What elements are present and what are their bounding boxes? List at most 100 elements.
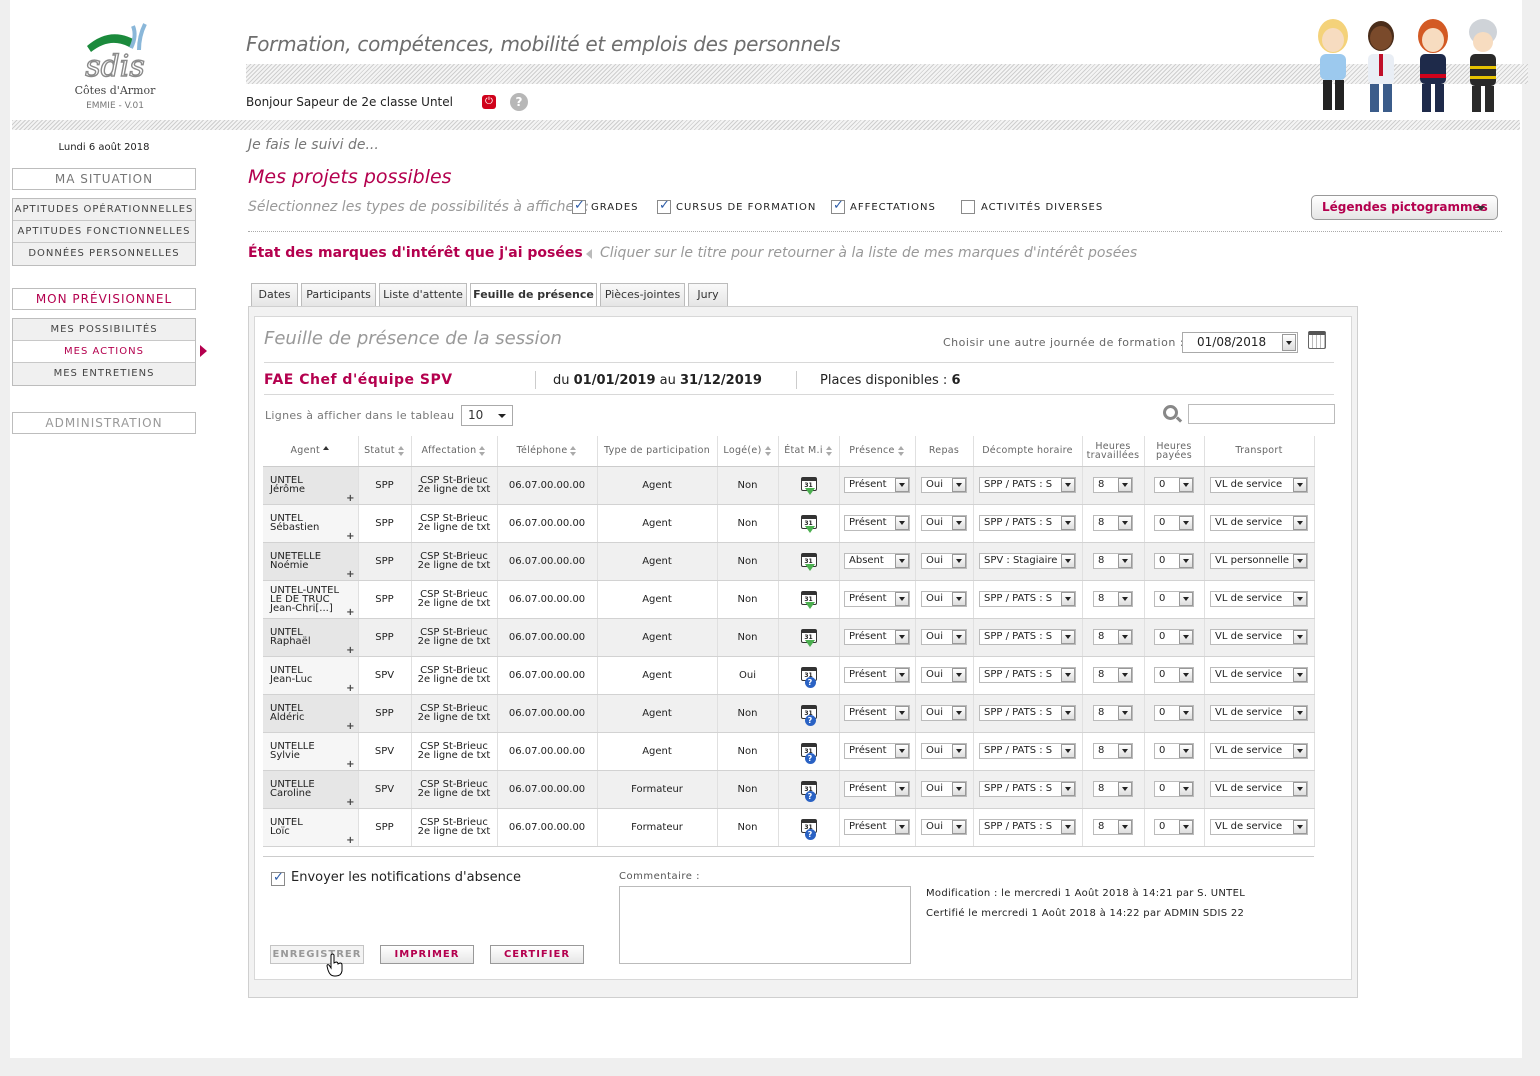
heures-travaillees-select[interactable]: 8 xyxy=(1093,477,1133,493)
calendar-icon[interactable] xyxy=(1308,331,1326,349)
print-button[interactable]: IMPRIMER xyxy=(380,945,474,964)
heures-payees-select[interactable]: 0 xyxy=(1154,553,1194,569)
repas-select[interactable]: Oui xyxy=(921,553,967,569)
decompte-select[interactable]: SPP / PATS : S xyxy=(979,477,1076,493)
col-loge[interactable]: Logé(e) xyxy=(717,436,779,467)
save-button[interactable]: ENREGISTRER xyxy=(270,945,364,964)
expand-plus-icon[interactable]: + xyxy=(346,721,354,731)
logout-icon[interactable]: ⏻ xyxy=(482,95,496,109)
presence-select[interactable]: Présent xyxy=(844,743,910,759)
repas-select[interactable]: Oui xyxy=(921,743,967,759)
sidebar-item-mes-entretiens[interactable]: MES ENTRETIENS xyxy=(13,363,195,385)
sdis-logo[interactable]: sdis Côtes d'Armor EMMIE - V.01 xyxy=(60,18,170,113)
presence-select[interactable]: Présent xyxy=(844,781,910,797)
repas-select[interactable]: Oui xyxy=(921,477,967,493)
sidebar-item-mes-actions[interactable]: MES ACTIONS xyxy=(13,341,195,363)
filter-affectations-label[interactable]: AFFECTATIONS xyxy=(850,202,936,213)
decompte-select[interactable]: SPV : Stagiaire xyxy=(979,553,1076,569)
presence-select[interactable]: Présent xyxy=(844,705,910,721)
expand-plus-icon[interactable]: + xyxy=(346,493,354,503)
heures-travaillees-select[interactable]: 8 xyxy=(1093,743,1133,759)
rows-per-page-select[interactable]: 10 xyxy=(461,405,513,426)
decompte-select[interactable]: SPP / PATS : S xyxy=(979,705,1076,721)
expand-plus-icon[interactable]: + xyxy=(346,683,354,693)
heures-payees-select[interactable]: 0 xyxy=(1154,819,1194,835)
tab-participants[interactable]: Participants xyxy=(301,283,376,307)
decompte-select[interactable]: SPP / PATS : S xyxy=(979,781,1076,797)
heures-payees-select[interactable]: 0 xyxy=(1154,477,1194,493)
col-presence[interactable]: Présence xyxy=(839,436,916,467)
transport-select[interactable]: VL de service xyxy=(1210,667,1308,683)
decompte-select[interactable]: SPP / PATS : S xyxy=(979,515,1076,531)
decompte-select[interactable]: SPP / PATS : S xyxy=(979,819,1076,835)
col-agent[interactable]: Agent xyxy=(263,436,359,467)
transport-select[interactable]: VL de service xyxy=(1210,705,1308,721)
repas-select[interactable]: Oui xyxy=(921,781,967,797)
presence-select[interactable]: Présent xyxy=(844,515,910,531)
notification-checkbox[interactable] xyxy=(271,870,285,886)
repas-select[interactable]: Oui xyxy=(921,819,967,835)
sidebar-item-aptitudes-fonctionnelles[interactable]: APTITUDES FONCTIONNELLES xyxy=(13,221,195,243)
filter-grades-label[interactable]: GRADES xyxy=(591,202,639,213)
expand-plus-icon[interactable]: + xyxy=(346,531,354,541)
heures-payees-select[interactable]: 0 xyxy=(1154,781,1194,797)
heures-travaillees-select[interactable]: 8 xyxy=(1093,705,1133,721)
col-etat-mi[interactable]: État M.i xyxy=(778,436,840,467)
sidebar-item-mes-possibilites[interactable]: MES POSSIBILITÉS xyxy=(13,319,195,341)
expand-plus-icon[interactable]: + xyxy=(346,835,354,845)
tab-feuille-presence[interactable]: Feuille de présence xyxy=(470,283,597,308)
decompte-select[interactable]: SPP / PATS : S xyxy=(979,743,1076,759)
heures-travaillees-select[interactable]: 8 xyxy=(1093,515,1133,531)
heures-payees-select[interactable]: 0 xyxy=(1154,515,1194,531)
transport-select[interactable]: VL de service xyxy=(1210,743,1308,759)
comment-textarea[interactable] xyxy=(619,886,911,964)
tab-dates[interactable]: Dates xyxy=(251,283,298,307)
transport-select[interactable]: VL de service xyxy=(1210,819,1308,835)
expand-plus-icon[interactable]: + xyxy=(346,645,354,655)
sidebar-item-donnees-personnelles[interactable]: DONNÉES PERSONNELLES xyxy=(13,243,195,265)
presence-select[interactable]: Présent xyxy=(844,667,910,683)
etat-marques-link[interactable]: État des marques d'intérêt que j'ai posé… xyxy=(248,245,583,261)
filter-cursus-checkbox[interactable] xyxy=(657,198,671,214)
presence-select[interactable]: Absent xyxy=(844,553,910,569)
tab-pieces-jointes[interactable]: Pièces-jointes xyxy=(600,283,685,307)
filter-grades-checkbox[interactable] xyxy=(572,198,586,214)
sidebar-administration[interactable]: ADMINISTRATION xyxy=(12,412,196,434)
heures-travaillees-select[interactable]: 8 xyxy=(1093,591,1133,607)
transport-select[interactable]: VL de service xyxy=(1210,591,1308,607)
repas-select[interactable]: Oui xyxy=(921,629,967,645)
filter-cursus-label[interactable]: CURSUS DE FORMATION xyxy=(676,202,816,213)
heures-travaillees-select[interactable]: 8 xyxy=(1093,553,1133,569)
transport-select[interactable]: VL de service xyxy=(1210,629,1308,645)
decompte-select[interactable]: SPP / PATS : S xyxy=(979,667,1076,683)
presence-select[interactable]: Présent xyxy=(844,819,910,835)
heures-payees-select[interactable]: 0 xyxy=(1154,705,1194,721)
notification-label[interactable]: Envoyer les notifications d'absence xyxy=(291,870,521,885)
filter-affectations-checkbox[interactable] xyxy=(831,198,845,214)
transport-select[interactable]: VL personnelle xyxy=(1210,553,1308,569)
filter-activites-checkbox[interactable] xyxy=(961,200,975,214)
heures-travaillees-select[interactable]: 8 xyxy=(1093,629,1133,645)
heures-travaillees-select[interactable]: 8 xyxy=(1093,667,1133,683)
presence-select[interactable]: Présent xyxy=(844,591,910,607)
tab-jury[interactable]: Jury xyxy=(688,283,728,307)
heures-payees-select[interactable]: 0 xyxy=(1154,667,1194,683)
col-affectation[interactable]: Affectation xyxy=(411,436,498,467)
repas-select[interactable]: Oui xyxy=(921,667,967,683)
transport-select[interactable]: VL de service xyxy=(1210,781,1308,797)
sidebar-mon-previsionnel[interactable]: MON PRÉVISIONNEL xyxy=(12,288,196,310)
col-statut[interactable]: Statut xyxy=(358,436,412,467)
sidebar-item-aptitudes-operationnelles[interactable]: APTITUDES OPÉRATIONNELLES xyxy=(13,199,195,221)
table-search-input[interactable] xyxy=(1188,404,1335,424)
heures-payees-select[interactable]: 0 xyxy=(1154,629,1194,645)
expand-plus-icon[interactable]: + xyxy=(346,759,354,769)
heures-travaillees-select[interactable]: 8 xyxy=(1093,781,1133,797)
presence-select[interactable]: Présent xyxy=(844,477,910,493)
transport-select[interactable]: VL de service xyxy=(1210,515,1308,531)
filter-activites-label[interactable]: ACTIVITÉS DIVERSES xyxy=(981,202,1103,213)
heures-payees-select[interactable]: 0 xyxy=(1154,591,1194,607)
transport-select[interactable]: VL de service xyxy=(1210,477,1308,493)
repas-select[interactable]: Oui xyxy=(921,515,967,531)
expand-plus-icon[interactable]: + xyxy=(346,797,354,807)
expand-plus-icon[interactable]: + xyxy=(346,607,354,617)
